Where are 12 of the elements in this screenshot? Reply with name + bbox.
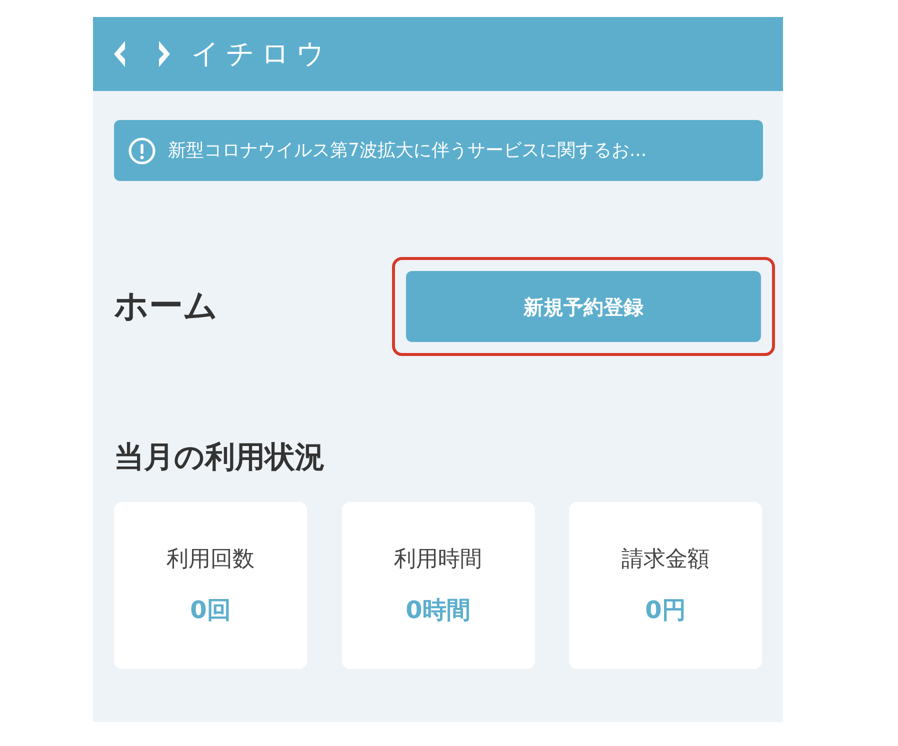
page-title: ホーム	[114, 285, 218, 328]
section-title: 当月の利用状況	[114, 439, 326, 477]
usage-value: 0時間	[406, 595, 470, 626]
usage-label: 利用時間	[394, 546, 482, 574]
logo-text: イチロウ	[191, 36, 331, 72]
notice-banner[interactable]: 新型コロナウイルス第7波拡大に伴うサービスに関するお...	[114, 120, 763, 181]
alert-icon	[128, 136, 156, 164]
new-booking-button[interactable]: 新規予約登録	[406, 271, 761, 342]
usage-value: 0円	[645, 595, 686, 626]
usage-label: 利用回数	[166, 546, 254, 574]
usage-label: 請求金額	[622, 546, 710, 574]
usage-value: 0回	[190, 595, 231, 626]
